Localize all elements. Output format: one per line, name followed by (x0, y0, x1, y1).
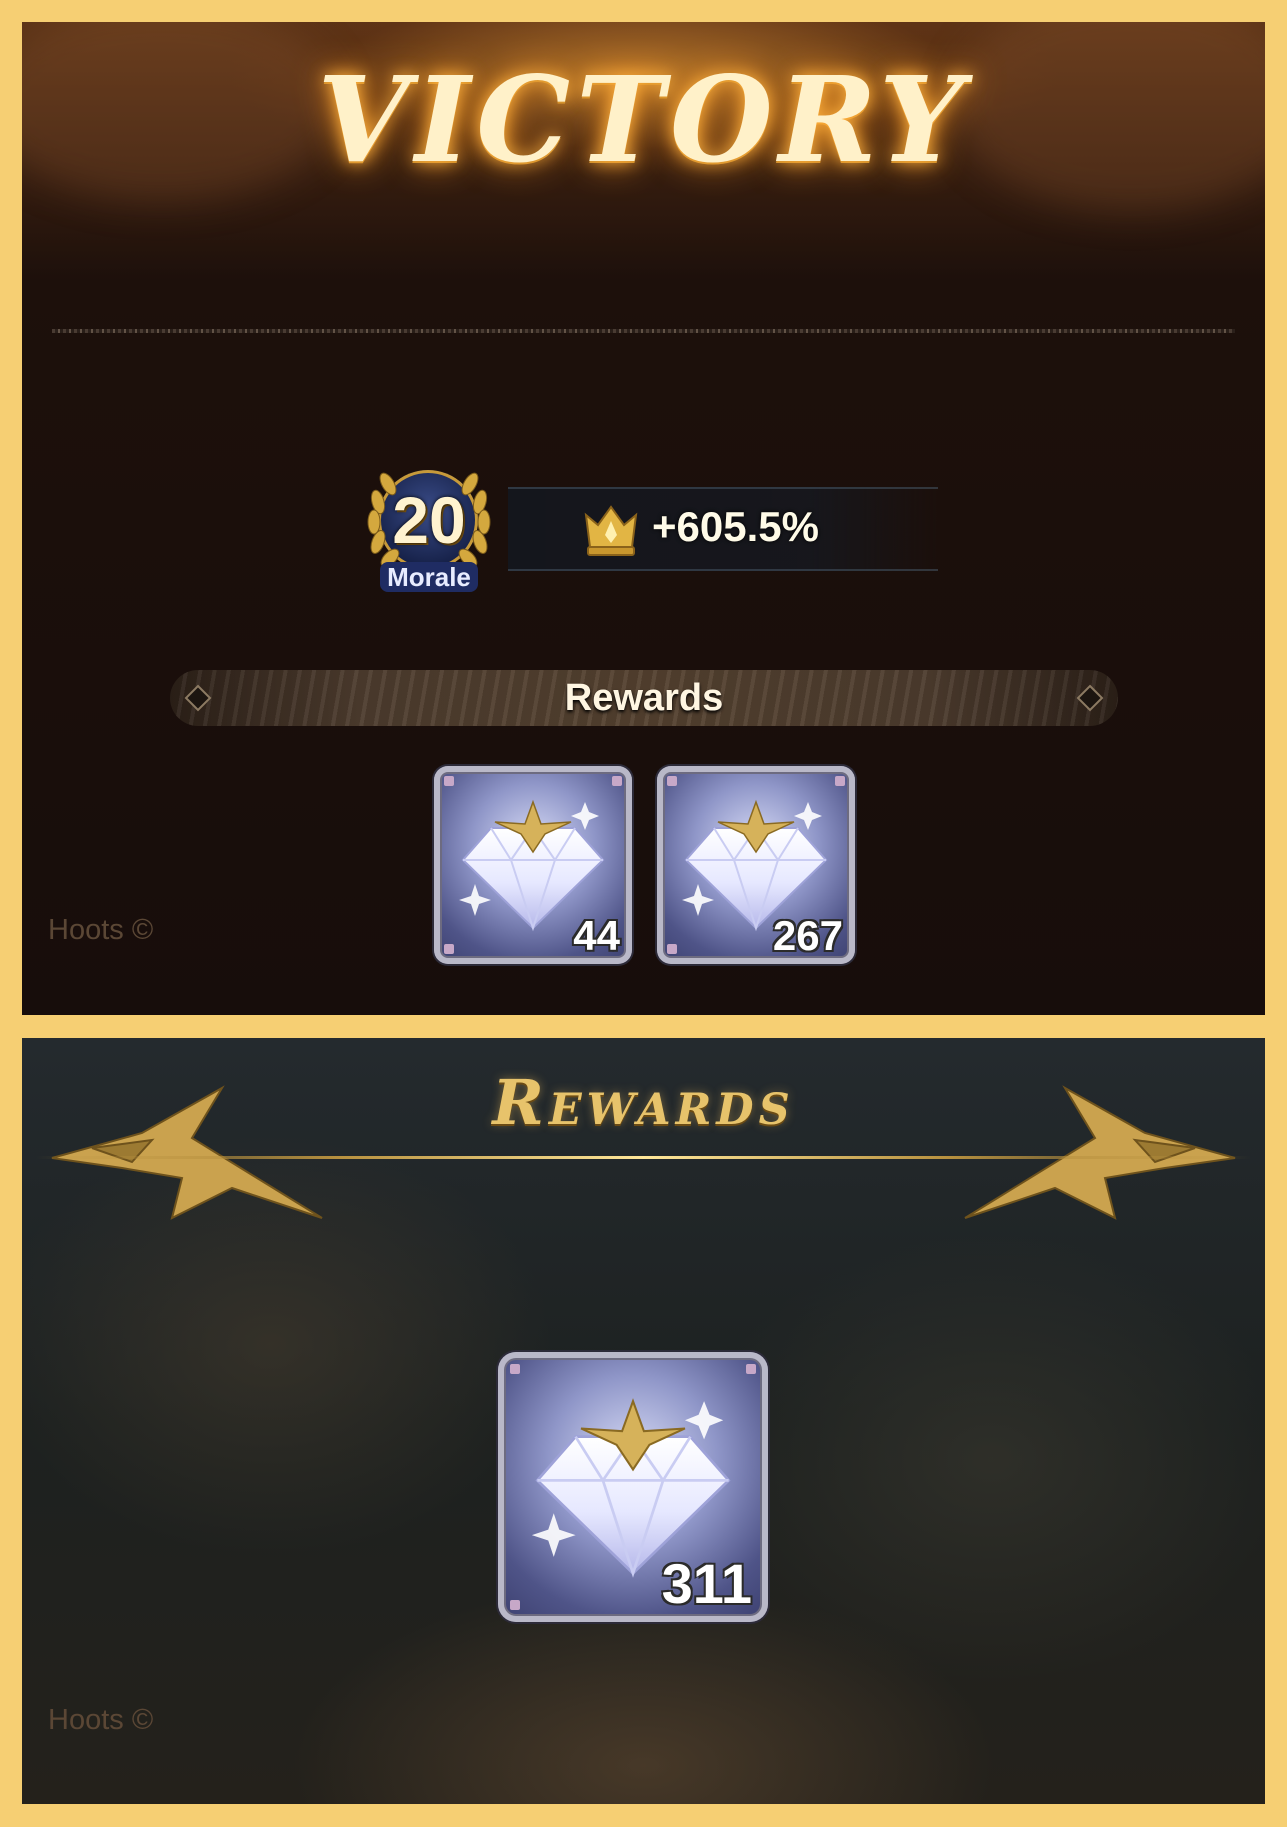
tile-corner (667, 776, 677, 786)
victory-screen: VICTORY 20 Morale +605.5% Rewards 44 267… (22, 22, 1265, 1015)
rewards-title: Rewards (492, 1066, 795, 1139)
tile-corner (835, 776, 845, 786)
divider-line (52, 329, 1235, 333)
reward-item-diamond[interactable]: 267 (657, 766, 855, 964)
tile-corner (510, 1600, 520, 1610)
reward-count: 267 (772, 912, 843, 959)
title-underline (36, 1156, 1251, 1159)
bonus-value: +605.5% (652, 503, 819, 550)
rewards-screen: Rewards 311 Hoots © (22, 1038, 1265, 1804)
tile-corner (444, 776, 454, 786)
ornament-right-icon (1076, 684, 1104, 712)
watermark: Hoots © (48, 914, 154, 946)
watermark: Hoots © (48, 1704, 154, 1736)
victory-title: VICTORY (317, 50, 970, 189)
rewards-banner: Rewards (170, 670, 1118, 726)
tile-corner (746, 1364, 756, 1374)
reward-item-diamond[interactable]: 311 (498, 1352, 768, 1622)
morale-badge: 20 Morale (360, 462, 500, 602)
tile-corner (612, 776, 622, 786)
reward-item-diamond[interactable]: 44 (434, 766, 632, 964)
morale-level: 20 (392, 483, 466, 557)
tile-corner (667, 944, 677, 954)
morale-label: Morale (380, 562, 478, 592)
tile-corner (444, 944, 454, 954)
reward-count: 311 (661, 1552, 752, 1615)
reward-count: 44 (573, 912, 620, 959)
crown-icon (584, 505, 638, 556)
morale-bonus-bar: +605.5% (508, 487, 938, 571)
tile-corner (510, 1364, 520, 1374)
rewards-banner-label: Rewards (564, 677, 724, 719)
